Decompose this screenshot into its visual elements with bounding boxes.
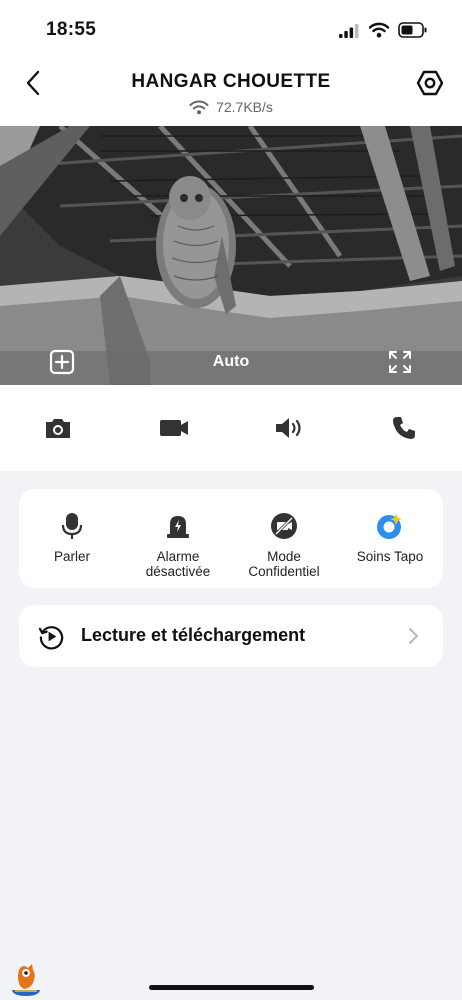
feature-tapo-care[interactable]: Soins Tapo	[337, 489, 443, 588]
features-card: Parler Alarme désactivée Mode Confidenti…	[19, 489, 443, 588]
connection-speed: 72.7KB/s	[0, 99, 462, 115]
battery-icon	[398, 22, 427, 38]
record-button[interactable]	[158, 413, 190, 443]
speed-value: 72.7KB/s	[216, 99, 273, 115]
playback-download-row[interactable]: Lecture et téléchargement	[19, 605, 443, 667]
speaker-icon	[276, 418, 301, 438]
settings-button[interactable]	[415, 68, 445, 98]
playback-label: Lecture et téléchargement	[81, 625, 306, 645]
feature-label: Mode Confidentiel	[248, 549, 320, 579]
cellular-signal-icon	[339, 24, 359, 38]
feature-talk[interactable]: Parler	[19, 489, 125, 588]
control-toolbar	[0, 385, 462, 471]
header: HANGAR CHOUETTE 72.7KB/s	[0, 60, 462, 126]
live-video-feed[interactable]: Auto	[0, 126, 462, 385]
page-title: HANGAR CHOUETTE	[131, 71, 331, 92]
camera-icon	[46, 419, 70, 438]
home-indicator	[149, 985, 314, 990]
playback-history-icon	[38, 626, 64, 650]
video-record-icon	[160, 420, 188, 436]
speaker-button[interactable]	[273, 413, 305, 443]
feature-label: Parler	[53, 549, 90, 564]
siren-icon	[164, 512, 192, 540]
phone-icon	[393, 417, 415, 439]
status-bar: 18:55	[0, 0, 462, 60]
fullscreen-icon	[389, 351, 411, 373]
quality-selector[interactable]: Auto	[196, 350, 266, 374]
wifi-icon	[189, 100, 209, 114]
privacy-camera-off-icon	[270, 512, 298, 540]
chevron-right-icon	[409, 628, 418, 644]
wifi-status-icon	[369, 22, 389, 38]
feature-label: Soins Tapo	[356, 549, 424, 564]
status-time: 18:55	[46, 19, 97, 40]
snapshot-button[interactable]	[42, 413, 74, 443]
tapo-care-icon	[376, 512, 404, 540]
add-view-button[interactable]	[48, 348, 76, 376]
camera-image	[0, 126, 462, 385]
fullscreen-button[interactable]	[386, 348, 414, 376]
watermark-logo	[12, 964, 40, 996]
feature-label: Alarme désactivée	[145, 549, 211, 579]
call-button[interactable]	[388, 413, 420, 443]
microphone-icon	[58, 512, 86, 540]
feature-privacy-mode[interactable]: Mode Confidentiel	[231, 489, 337, 588]
feature-alarm[interactable]: Alarme désactivée	[125, 489, 231, 588]
plus-square-icon	[49, 349, 75, 375]
hexagon-settings-icon	[416, 70, 444, 96]
